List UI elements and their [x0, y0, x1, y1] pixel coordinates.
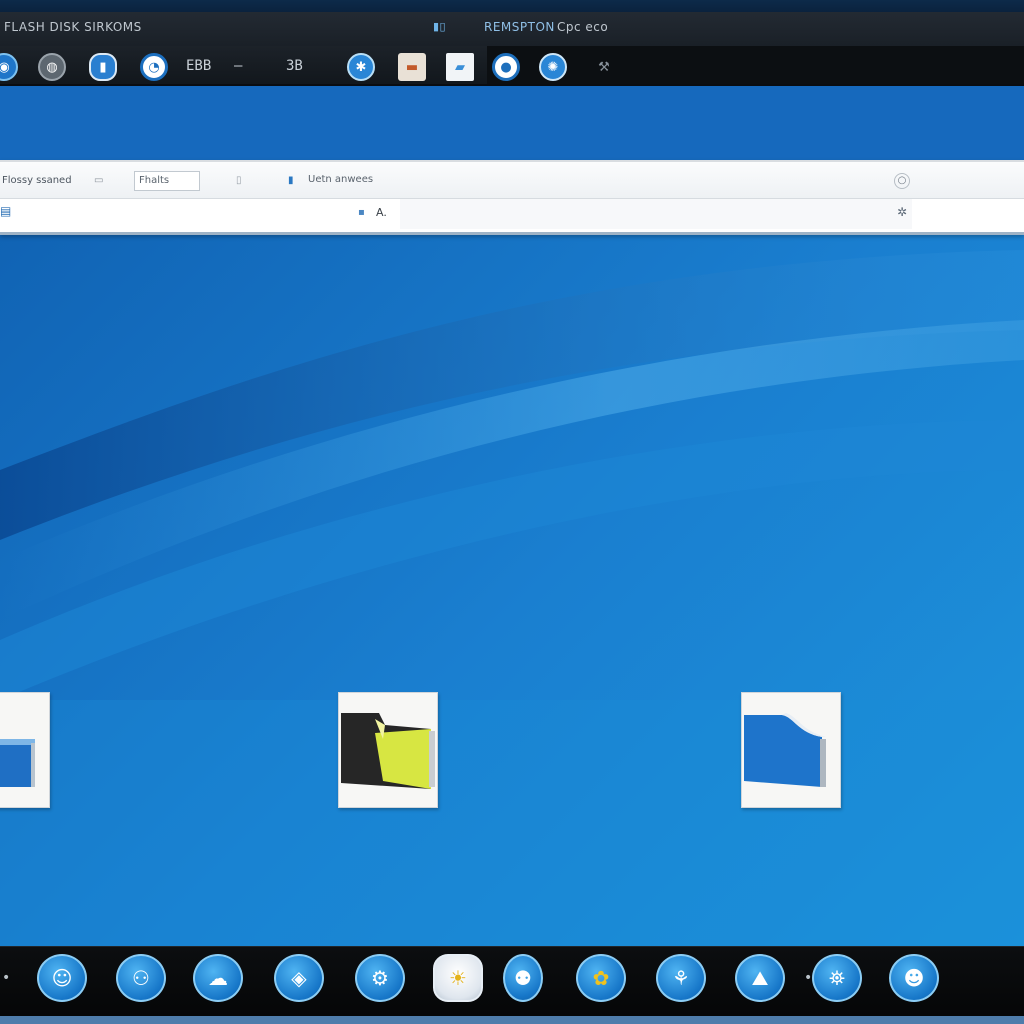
desktop-file-tile-3[interactable] — [741, 692, 841, 808]
ribbon-location-label: Flossy ssaned — [2, 175, 72, 186]
tools-icon[interactable]: ⚒ — [590, 53, 618, 81]
desktop-file-tile-2[interactable] — [338, 692, 438, 808]
window-title: FLASH DISK SIRKOMS — [4, 20, 142, 34]
ribbon-separator-icon: ▭ — [94, 175, 104, 186]
title-extra: Cpc eco — [557, 20, 609, 34]
yellow-folder-icon — [341, 713, 435, 789]
toolbar-dash: — — [234, 58, 243, 74]
dock-app-6-icon[interactable]: ☀ — [433, 954, 483, 1002]
blue-document-icon — [744, 713, 826, 787]
folder-icon[interactable]: ▬ — [398, 53, 426, 81]
desktop-file-tile-1[interactable] — [0, 692, 50, 808]
dock-edge-icon: • — [2, 970, 11, 986]
ribbon-divider-icon: ▯ — [236, 175, 242, 186]
title-bar: FLASH DISK SIRKOMS ▮▯ REMSPTON Cpc eco — [0, 12, 1024, 47]
dock-app-1-icon[interactable]: ☺ — [37, 954, 87, 1002]
address-mark: A. — [376, 206, 387, 219]
desktop-wallpaper — [0, 0, 1024, 1024]
address-bar[interactable]: ▤ ▪ A. — [0, 199, 401, 229]
address-nav-icon[interactable]: ▤ — [0, 204, 11, 218]
camera-icon[interactable]: ● — [492, 53, 520, 81]
dock-app-7-icon[interactable]: ⚉ — [503, 954, 543, 1002]
image-icon[interactable]: ▰ — [446, 53, 474, 81]
address-row: ▤ ▪ A. ✲ — [0, 199, 1024, 232]
dock-app-8-icon[interactable]: ✿ — [576, 954, 626, 1002]
settings-icon[interactable]: ✱ — [347, 53, 375, 81]
search-icon[interactable]: ✲ — [897, 205, 907, 219]
refresh-icon[interactable]: ○ — [894, 173, 910, 189]
dock-app-2-icon[interactable]: ⚇ — [116, 954, 166, 1002]
globe-icon[interactable]: ✺ — [539, 53, 567, 81]
bottom-bezel — [0, 1016, 1024, 1024]
dock-app-4-icon[interactable]: ◈ — [274, 954, 324, 1002]
dock-app-10-icon[interactable]: ⛰ — [735, 954, 785, 1002]
dock-app-9-icon[interactable]: ⚘ — [656, 954, 706, 1002]
dock-app-12-icon[interactable]: ☻ — [889, 954, 939, 1002]
dock-app-5-icon[interactable]: ⚙ — [355, 954, 405, 1002]
toolbar-text-b: ЗВ — [286, 58, 303, 74]
drive-icon[interactable]: ▮ — [89, 53, 117, 81]
explorer-ribbon: Flossy ssaned ▭ Fhalts ▯ ▮ Uetn anwees ○ — [0, 162, 1024, 199]
dock-app-3-icon[interactable]: ☁ — [193, 954, 243, 1002]
clock-icon[interactable]: ◔ — [140, 53, 168, 81]
top-toolbar-right — [487, 46, 1024, 84]
address-pin-icon: ▪ — [358, 207, 365, 218]
title-secondary: REMSPTON — [484, 20, 555, 34]
ribbon-tab-box[interactable]: Fhalts — [134, 171, 200, 191]
search-field[interactable]: ✲ — [400, 199, 912, 229]
explorer-window: Flossy ssaned ▭ Fhalts ▯ ▮ Uetn anwees ○… — [0, 160, 1024, 235]
ribbon-field[interactable]: Uetn anwees — [304, 171, 382, 191]
dock-app-11-icon[interactable]: ⛯ — [812, 954, 862, 1002]
desktop-screen: FLASH DISK SIRKOMS ▮▯ REMSPTON Cpc eco ◉… — [0, 0, 1024, 1024]
toolbar-text-a: EBB — [186, 58, 212, 74]
title-icon: ▮▯ — [433, 20, 447, 33]
ribbon-folder-icon: ▮ — [288, 175, 294, 186]
blue-folder-icon — [0, 739, 35, 787]
disk-icon[interactable]: ◍ — [38, 53, 66, 81]
